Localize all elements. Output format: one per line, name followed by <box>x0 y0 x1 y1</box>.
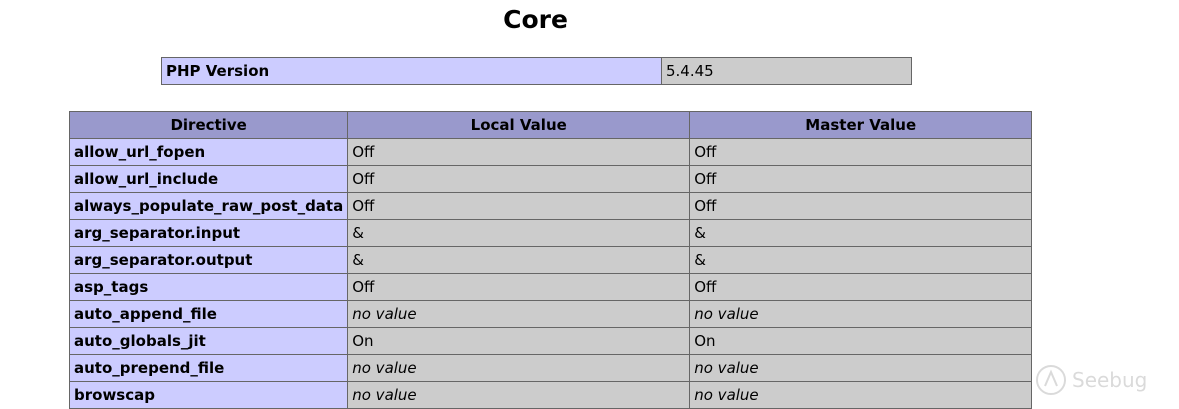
version-label: PHP Version <box>161 57 662 85</box>
table-row: auto_append_file no value no value <box>68 300 1033 328</box>
local-value-text: no value <box>352 305 417 323</box>
table-row: asp_tags Off Off <box>68 273 1033 301</box>
directive-name: always_populate_raw_post_data <box>68 192 349 220</box>
version-table: PHP Version 5.4.45 <box>161 57 912 85</box>
table-row: arg_separator.input & & <box>68 219 1033 247</box>
master-value: no value <box>689 381 1033 409</box>
master-value: no value <box>689 300 1033 328</box>
directive-name: arg_separator.input <box>68 219 349 247</box>
directive-name: arg_separator.output <box>68 246 349 274</box>
master-value-text: no value <box>694 305 759 323</box>
local-value: Off <box>347 165 691 193</box>
master-value: no value <box>689 354 1033 382</box>
table-row: browscap no value no value <box>68 381 1033 409</box>
header-master-value: Master Value <box>689 111 1033 139</box>
master-value-text: no value <box>694 359 759 377</box>
directive-name: auto_append_file <box>68 300 349 328</box>
local-value-text: no value <box>352 386 417 404</box>
directive-name: auto_prepend_file <box>68 354 349 382</box>
local-value: On <box>347 327 691 355</box>
local-value-text: no value <box>352 359 417 377</box>
directive-name: asp_tags <box>68 273 349 301</box>
table-row: arg_separator.output & & <box>68 246 1033 274</box>
table-row: auto_prepend_file no value no value <box>68 354 1033 382</box>
master-value: & <box>689 246 1033 274</box>
directives-header-row: Directive Local Value Master Value <box>68 111 1033 139</box>
local-value: no value <box>347 300 691 328</box>
local-value: & <box>347 219 691 247</box>
local-value: Off <box>347 138 691 166</box>
local-value: no value <box>347 381 691 409</box>
master-value: & <box>689 219 1033 247</box>
local-value: no value <box>347 354 691 382</box>
section-title: Core <box>503 5 568 34</box>
header-local-value: Local Value <box>347 111 691 139</box>
table-row: auto_globals_jit On On <box>68 327 1033 355</box>
master-value: Off <box>689 273 1033 301</box>
local-value: Off <box>347 192 691 220</box>
version-value: 5.4.45 <box>661 57 912 85</box>
master-value: Off <box>689 165 1033 193</box>
directive-name: browscap <box>68 381 349 409</box>
local-value: & <box>347 246 691 274</box>
directives-body: allow_url_fopen Off Off allow_url_include Of… <box>68 138 1033 409</box>
table-row: always_populate_raw_post_data Off Off <box>68 192 1033 220</box>
directive-name: allow_url_fopen <box>68 138 349 166</box>
local-value: Off <box>347 273 691 301</box>
directive-name: allow_url_include <box>68 165 349 193</box>
version-row: PHP Version 5.4.45 <box>161 57 912 85</box>
header-directive: Directive <box>68 111 349 139</box>
master-value: On <box>689 327 1033 355</box>
seebug-logo-icon <box>1034 363 1068 397</box>
directives-table: Directive Local Value Master Value allow… <box>68 111 1033 409</box>
directive-name: auto_globals_jit <box>68 327 349 355</box>
seebug-watermark: Seebug <box>1034 362 1154 398</box>
watermark-text: Seebug <box>1072 368 1148 392</box>
phpinfo-page: Core PHP Version 5.4.45 Directive Local … <box>0 0 1179 409</box>
table-row: allow_url_fopen Off Off <box>68 138 1033 166</box>
table-row: allow_url_include Off Off <box>68 165 1033 193</box>
master-value-text: no value <box>694 386 759 404</box>
master-value: Off <box>689 192 1033 220</box>
master-value: Off <box>689 138 1033 166</box>
